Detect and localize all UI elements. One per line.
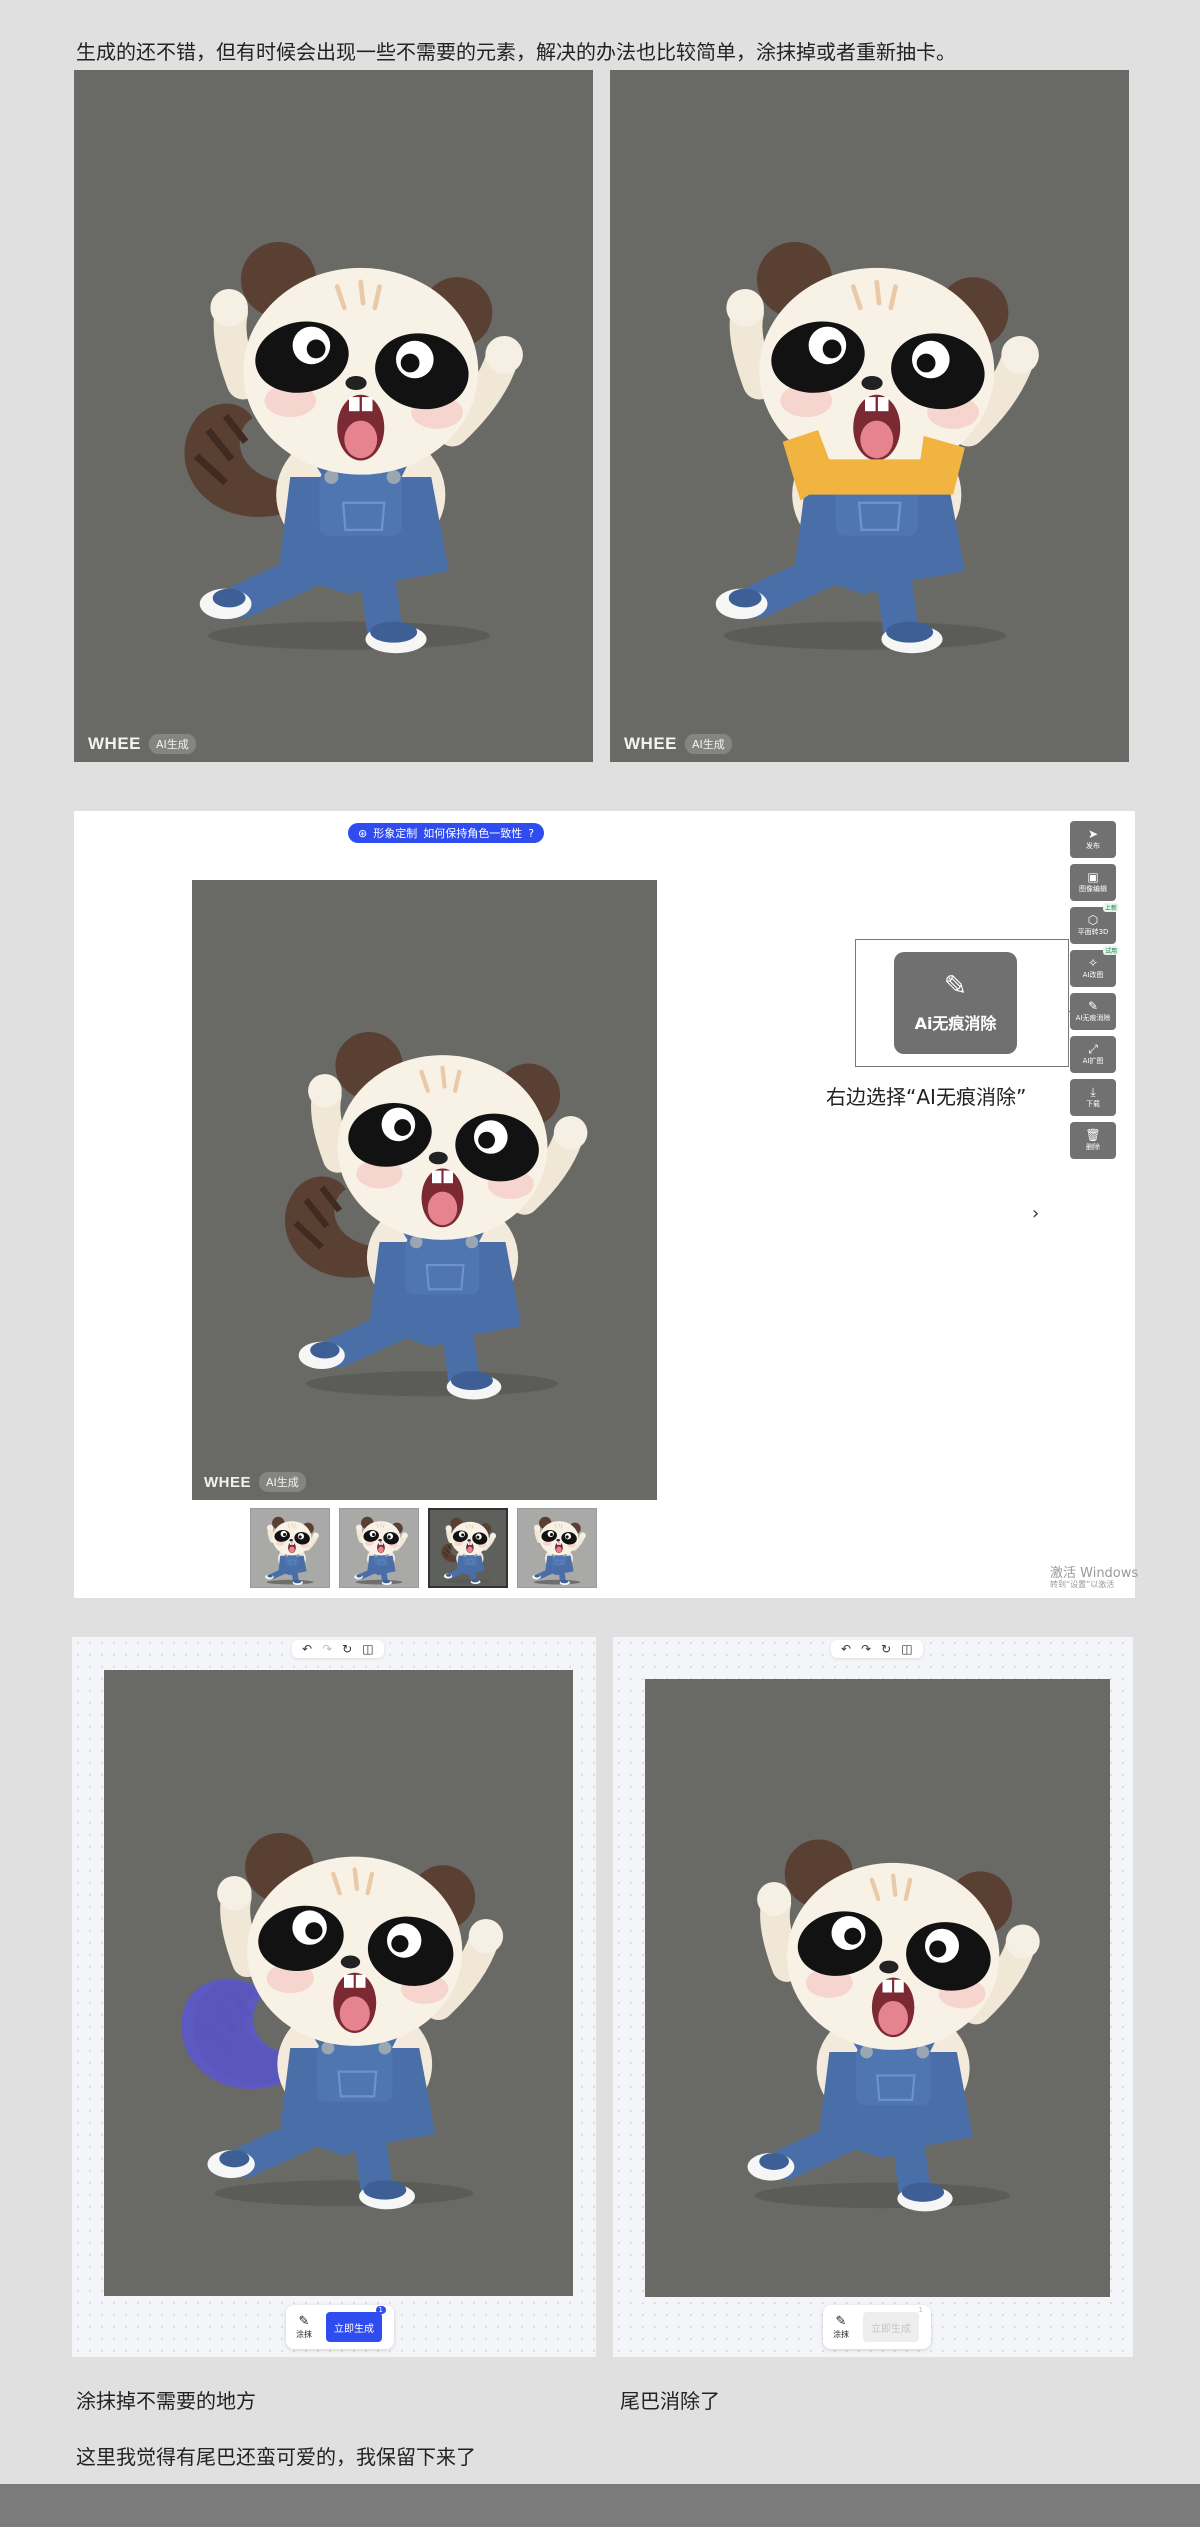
character-smeared-tail	[129, 1750, 559, 2260]
redo-icon[interactable]: ↷	[322, 1642, 332, 1656]
tool-send[interactable]: ➤ 发布	[1070, 821, 1116, 858]
next-arrow[interactable]: ›	[1032, 1203, 1039, 1224]
send-icon: ➤	[1087, 827, 1099, 841]
canvas-with-smear[interactable]	[104, 1670, 573, 2296]
activation-line-1: 激活 Windows	[1050, 1566, 1139, 1581]
brush-button[interactable]: ✎ 涂抹	[833, 2314, 849, 2340]
undo-icon[interactable]: ↶	[302, 1642, 312, 1656]
magic-wand-icon: ✧	[1087, 956, 1099, 970]
redo-icon[interactable]: ↷	[861, 1642, 871, 1656]
erase-canvas-after: ↶ ↷ ↻ ◫ ✎ 涂抹 立即生成 1	[613, 1637, 1133, 2357]
cost-badge: 1	[918, 2306, 923, 2314]
eraser-tool-zoomed[interactable]: ✎ Ai无痕消除	[894, 952, 1017, 1054]
tool-label: 图像编辑	[1079, 885, 1107, 893]
image-edit-icon: ▣	[1087, 870, 1099, 884]
canvas-tail-removed[interactable]	[645, 1679, 1110, 2297]
generate-button[interactable]: 立即生成 1	[326, 2306, 386, 2342]
activation-line-2: 转到“设置”以激活	[1050, 1580, 1115, 1589]
reset-icon[interactable]: ↻	[342, 1642, 352, 1656]
windows-activation-watermark: 激活 Windows 转到“设置”以激活	[1050, 1567, 1138, 1590]
generate-button-disabled[interactable]: 立即生成 1	[863, 2306, 923, 2342]
editor-screenshot: ⊛ 形象定制 如何保持角色一致性 ? WHEE AI生成 ✎ Ai无痕消除 右边…	[74, 811, 1138, 1598]
tool-cube[interactable]: ⬡ 平面转3D 上新	[1070, 903, 1119, 944]
tool-label: AI无痕消除	[1075, 1014, 1111, 1022]
tool-label: AI改图	[1082, 971, 1104, 979]
compare-icon[interactable]: ◫	[362, 1642, 373, 1656]
watermark: WHEE AI生成	[624, 734, 732, 754]
tool-image-edit[interactable]: ▣ 图像编辑	[1070, 864, 1116, 901]
history-toolbar: ↶ ↷ ↻ ◫	[292, 1640, 384, 1658]
generate-label: 立即生成	[334, 2323, 374, 2335]
result-image-2: WHEE AI生成	[610, 70, 1129, 762]
tail-removed-caption: 尾巴消除了	[620, 2389, 720, 2413]
sparkle-icon: ⊛	[358, 826, 368, 840]
trash-icon: 🗑	[1085, 1128, 1101, 1142]
tool-label: 发布	[1086, 842, 1100, 850]
compare-icon[interactable]: ◫	[901, 1642, 912, 1656]
help-icon: ?	[528, 826, 535, 840]
eraser-tool-zoomed-label: Ai无痕消除	[914, 1014, 997, 1033]
tool-download[interactable]: ⤓ 下载	[1070, 1079, 1116, 1116]
tool-tag: 上新	[1102, 903, 1119, 912]
eraser-icon: ✎	[943, 969, 968, 1002]
consistency-help-link[interactable]: 如何保持角色一致性	[423, 825, 522, 841]
brush-label: 涂抹	[833, 2330, 849, 2339]
character-customize-label: 形象定制	[373, 827, 418, 840]
download-icon: ⤓	[1090, 1085, 1096, 1099]
history-toolbar: ↶ ↷ ↻ ◫	[831, 1640, 923, 1658]
erase-action-bar: ✎ 涂抹 立即生成 1	[823, 2305, 931, 2349]
thumbnail-character	[518, 1509, 596, 1587]
character-customize-pill[interactable]: ⊛ 形象定制 如何保持角色一致性 ?	[348, 823, 545, 843]
thumbnail-3-selected[interactable]	[428, 1508, 508, 1588]
expand-icon: ⤢	[1088, 1042, 1098, 1056]
brush-icon: ✎	[835, 2314, 847, 2329]
smear-caption: 涂抹掉不需要的地方	[76, 2389, 256, 2413]
thumbnail-2[interactable]	[339, 1508, 419, 1588]
main-preview-image: WHEE AI生成	[192, 880, 657, 1500]
thumbnail-4[interactable]	[517, 1508, 597, 1588]
thumbnail-1[interactable]	[250, 1508, 330, 1588]
keep-tail-caption: 这里我觉得有尾巴还蛮可爱的，我保留下来了	[76, 2445, 476, 2469]
tool-tag: 试用	[1102, 946, 1119, 955]
undo-icon[interactable]: ↶	[841, 1642, 851, 1656]
whee-logo: WHEE	[624, 734, 677, 753]
tool-label: 平面转3D	[1077, 928, 1109, 936]
character-with-yellow-shirt	[630, 150, 1100, 710]
ai-generated-badge: AI生成	[685, 734, 732, 754]
thumbnail-character	[340, 1509, 418, 1587]
cost-badge: 1	[375, 2306, 386, 2314]
ai-generated-badge: AI生成	[259, 1472, 306, 1492]
thumbnail-character	[251, 1509, 329, 1587]
whee-logo: WHEE	[88, 734, 141, 753]
watermark: WHEE AI生成	[88, 734, 196, 754]
thumbnail-character	[430, 1510, 506, 1586]
tool-label: 下载	[1086, 1100, 1100, 1108]
eraser-icon: ✎	[1087, 999, 1099, 1013]
tool-expand[interactable]: ⤢ AI扩图	[1070, 1036, 1116, 1073]
character-with-tail	[114, 150, 584, 710]
ai-generated-badge: AI生成	[149, 734, 196, 754]
brush-label: 涂抹	[296, 2330, 312, 2339]
cube-icon: ⬡	[1087, 913, 1099, 927]
reset-icon[interactable]: ↻	[881, 1642, 891, 1656]
tool-label: AI扩图	[1082, 1057, 1104, 1065]
erase-canvas-before: ↶ ↷ ↻ ◫ ✎ 涂抹 立即生成 1	[72, 1637, 596, 2357]
brush-button[interactable]: ✎ 涂抹	[296, 2314, 312, 2340]
character-with-tail	[222, 950, 642, 1450]
character-without-tail	[670, 1757, 1095, 2262]
tool-eraser[interactable]: ✎ AI无痕消除	[1070, 993, 1116, 1030]
result-image-1: WHEE AI生成	[74, 70, 593, 762]
intro-caption: 生成的还不错，但有时候会出现一些不需要的元素，解决的办法也比较简单，涂抹掉或者重…	[76, 40, 956, 64]
whee-logo: WHEE	[204, 1473, 251, 1491]
tool-label: 删除	[1086, 1143, 1100, 1151]
erase-action-bar: ✎ 涂抹 立即生成 1	[286, 2305, 394, 2349]
tool-trash[interactable]: 🗑 删除	[1070, 1122, 1116, 1159]
generate-label: 立即生成	[871, 2323, 911, 2335]
pick-tool-caption: 右边选择“AI无痕消除”	[826, 1085, 1027, 1109]
watermark: WHEE AI生成	[204, 1472, 306, 1492]
tool-magic-wand[interactable]: ✧ AI改图 试用	[1070, 946, 1119, 987]
footer-strip	[0, 2484, 1200, 2527]
brush-icon: ✎	[298, 2314, 310, 2329]
